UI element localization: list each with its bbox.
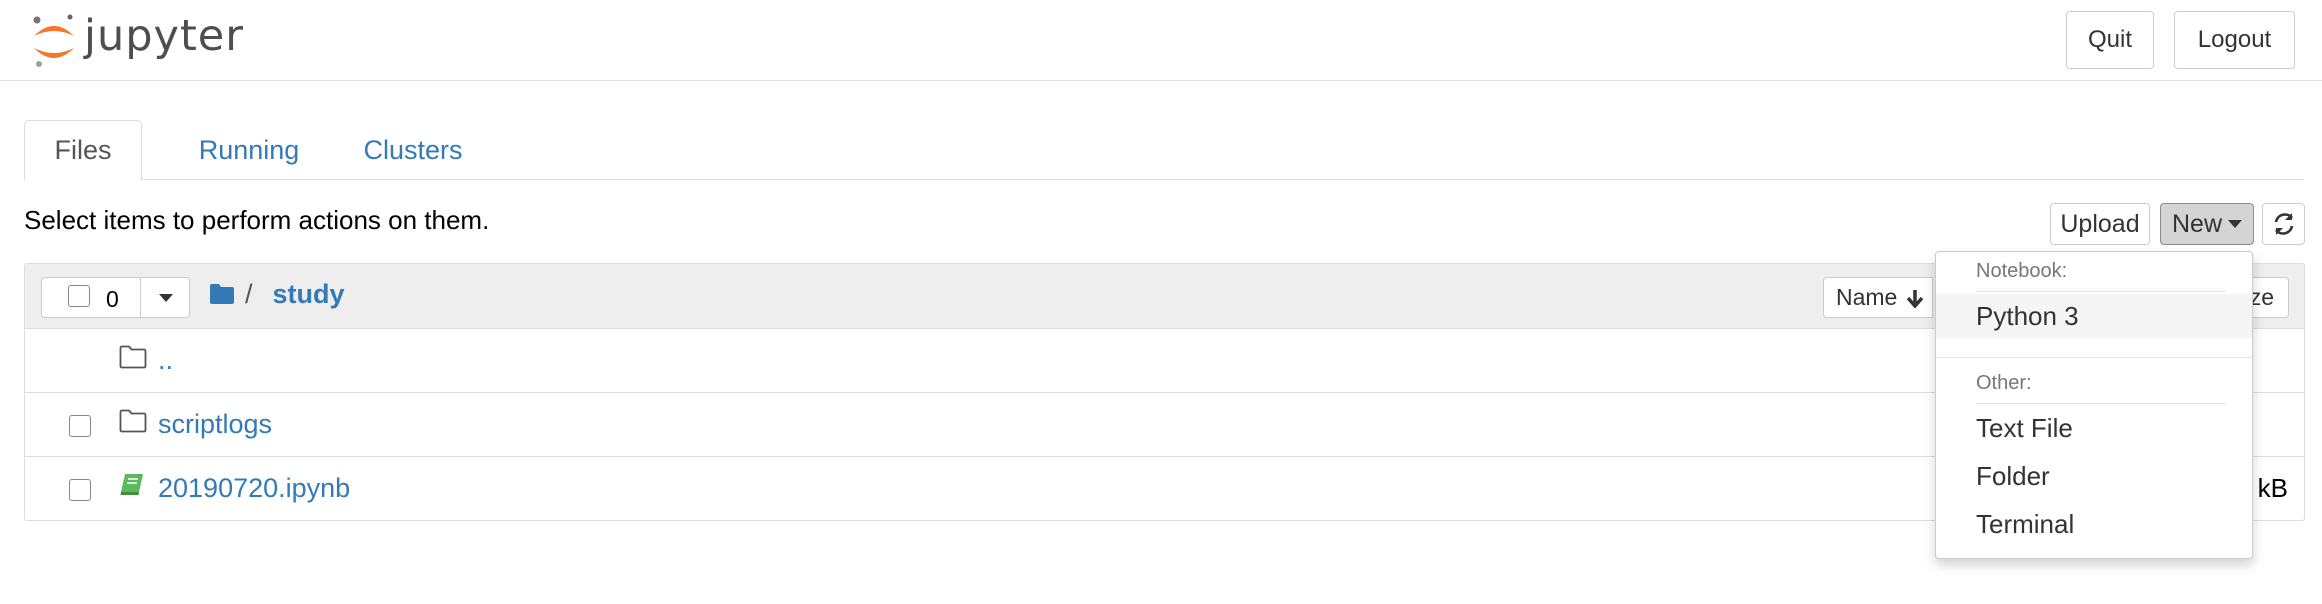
file-name[interactable]: 20190720.ipynb — [158, 473, 350, 504]
sort-by-name-button[interactable]: Name — [1823, 277, 1933, 318]
upload-button[interactable]: Upload — [2050, 203, 2150, 245]
sort-name-label: Name — [1836, 284, 1898, 310]
caret-down-icon — [2228, 220, 2242, 228]
menu-item-python3[interactable]: Python 3 — [1936, 294, 2252, 338]
folder-open-icon — [119, 345, 147, 369]
logo-text: jupyter — [84, 11, 244, 61]
select-all-group: 0 — [41, 277, 190, 318]
menu-item-terminal[interactable]: Terminal — [1936, 502, 2252, 546]
new-button[interactable]: New — [2160, 203, 2254, 245]
new-dropdown-menu: Notebook: Python 3 Other: Text File Fold… — [1935, 251, 2253, 559]
jupyter-logo[interactable]: jupyter — [30, 8, 244, 72]
tab-clusters[interactable]: Clusters — [324, 120, 502, 180]
file-size: kB — [2257, 473, 2288, 503]
refresh-button[interactable] — [2262, 203, 2305, 245]
menu-divider — [1976, 291, 2226, 292]
menu-item-folder[interactable]: Folder — [1936, 454, 2252, 498]
select-all-checkbox[interactable] — [68, 285, 90, 307]
tab-running[interactable]: Running — [152, 120, 346, 180]
file-name[interactable]: scriptlogs — [158, 409, 272, 440]
select-dropdown-button[interactable] — [140, 278, 190, 317]
quit-button[interactable]: Quit — [2066, 11, 2154, 69]
other-section-header: Other: — [1976, 372, 2032, 394]
breadcrumb-separator: / — [245, 278, 253, 309]
new-button-label: New — [2171, 209, 2222, 238]
row-checkbox[interactable] — [69, 479, 91, 501]
logout-button[interactable]: Logout — [2174, 11, 2295, 69]
caret-down-icon — [158, 293, 173, 302]
folder-icon[interactable] — [209, 283, 235, 305]
breadcrumb-current[interactable]: study — [273, 279, 345, 310]
menu-item-text-file[interactable]: Text File — [1936, 406, 2252, 450]
selection-hint: Select items to perform actions on them. — [24, 205, 490, 235]
tab-bar: Files Running Clusters — [24, 120, 2304, 181]
folder-icon — [119, 409, 147, 433]
header-bar: jupyter Quit Logout — [0, 0, 2322, 81]
selected-count: 0 — [106, 286, 119, 312]
menu-divider — [1936, 357, 2252, 358]
notebook-icon — [120, 474, 143, 495]
row-checkbox[interactable] — [69, 415, 91, 437]
breadcrumb: / study — [209, 278, 345, 310]
refresh-icon — [2274, 213, 2293, 235]
file-name[interactable]: .. — [158, 345, 173, 376]
tab-files[interactable]: Files — [24, 120, 142, 181]
menu-divider — [1976, 403, 2226, 404]
arrow-down-icon — [1907, 289, 1924, 308]
jupyter-logo-icon — [33, 14, 74, 67]
notebook-section-header: Notebook: — [1976, 260, 2068, 282]
